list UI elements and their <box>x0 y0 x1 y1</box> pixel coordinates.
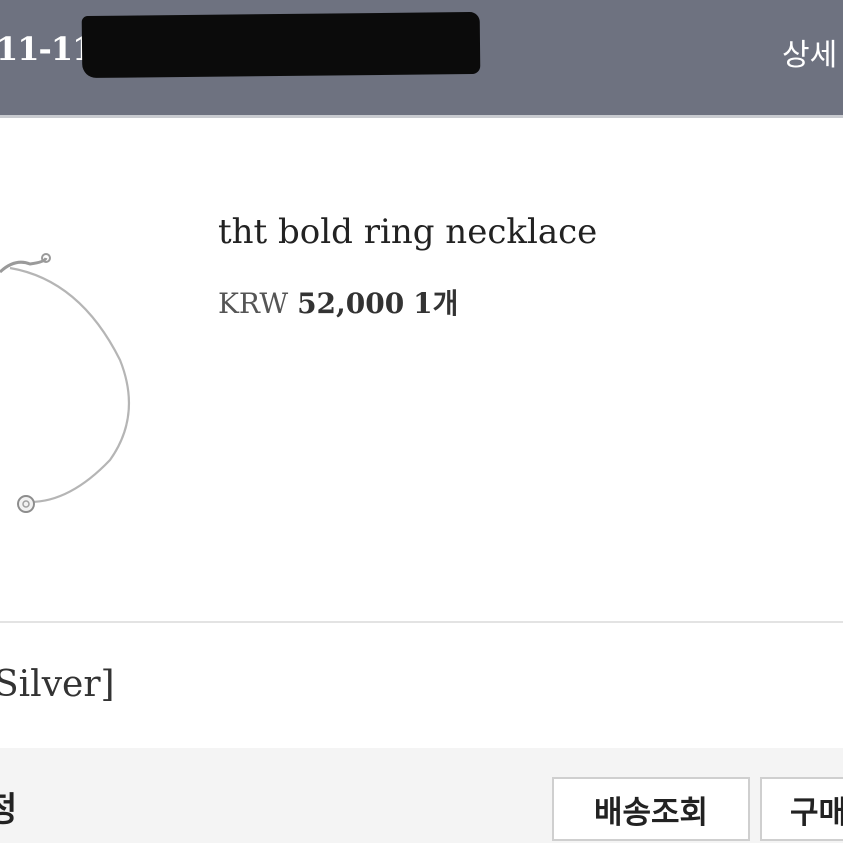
quantity: 1개 <box>413 287 459 320</box>
price-row: KRW 52,000 1개 <box>218 282 458 322</box>
price-amount: 52,000 <box>297 287 405 320</box>
redacted-order-number <box>81 11 481 79</box>
order-status: 정 <box>0 790 18 830</box>
purchase-confirm-button[interactable]: 구매 <box>760 777 843 841</box>
header-divider <box>0 115 843 118</box>
section-divider <box>0 621 843 623</box>
order-date: 11-11 <box>0 30 94 68</box>
detail-link[interactable]: 상세 <box>782 30 837 74</box>
price-currency: KRW <box>218 287 289 320</box>
option-text: Silver] <box>0 664 115 705</box>
track-shipping-button[interactable]: 배송조회 <box>552 777 750 841</box>
necklace-icon <box>0 253 130 513</box>
necklace-image[interactable] <box>0 240 140 530</box>
order-header: 11-11 상세 <box>0 0 843 115</box>
product-name[interactable]: tht bold ring necklace <box>218 212 597 252</box>
